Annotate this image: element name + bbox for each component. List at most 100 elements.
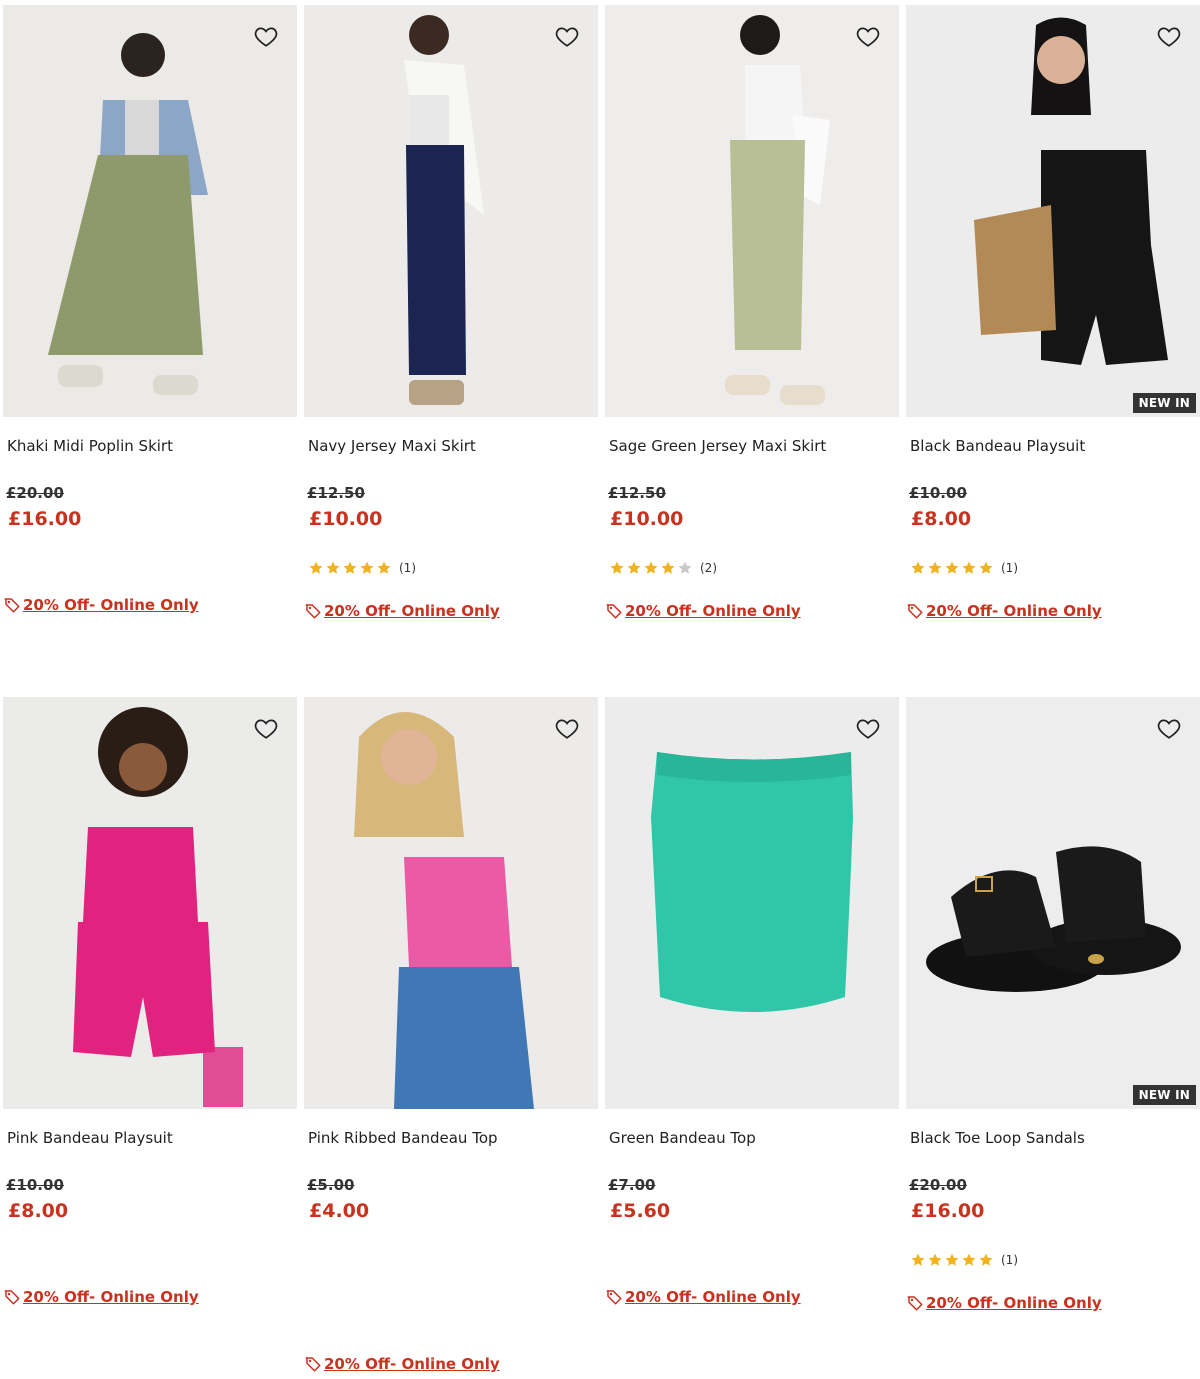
promo-link[interactable]: 20% Off- Online Only [304, 1355, 500, 1373]
promo-link[interactable]: 20% Off- Online Only [605, 602, 801, 620]
promo-link[interactable]: 20% Off- Online Only [906, 602, 1102, 620]
original-price: £10.00 [6, 1176, 64, 1194]
product-name[interactable]: Black Toe Loop Sandals [910, 1129, 1085, 1147]
heart-outline-icon[interactable] [1156, 23, 1182, 49]
product-photo [906, 697, 1200, 1109]
review-count[interactable]: (2) [700, 561, 717, 575]
product-image[interactable] [3, 697, 297, 1109]
product-image[interactable] [605, 697, 899, 1109]
heart-outline-icon[interactable] [855, 23, 881, 49]
product-image[interactable] [304, 5, 598, 417]
colour-swatches [306, 1247, 356, 1269]
star-icon [911, 561, 925, 574]
review-count[interactable]: (1) [399, 561, 416, 575]
product-photo [605, 5, 899, 417]
star-icon [962, 561, 976, 574]
sale-price: £4.00 [309, 1200, 370, 1222]
promo-label[interactable]: 20% Off- Online Only [926, 602, 1102, 620]
heart-outline-icon[interactable] [855, 715, 881, 741]
new-in-badge: NEW IN [1132, 393, 1196, 413]
sale-price: £16.00 [8, 508, 82, 530]
price-tag-icon [4, 598, 20, 613]
star-icon [928, 1253, 942, 1266]
product-photo [3, 697, 297, 1109]
product-image[interactable]: NEW IN [906, 697, 1200, 1109]
star-icon [377, 561, 391, 574]
price-tag-icon [4, 1290, 20, 1305]
heart-outline-icon[interactable] [1156, 715, 1182, 741]
original-price: £12.50 [608, 484, 666, 502]
original-price: £10.00 [909, 484, 967, 502]
star-icon [343, 561, 357, 574]
product-photo [605, 697, 899, 1109]
price-tag-icon [606, 1290, 622, 1305]
star-icon [945, 1253, 959, 1266]
stars [910, 1252, 995, 1268]
colour-swatch-navy[interactable] [306, 1247, 328, 1269]
star-rating: (1) [308, 559, 416, 577]
product-image[interactable] [605, 5, 899, 417]
promo-link[interactable]: 20% Off- Online Only [3, 596, 199, 614]
star-icon [360, 561, 374, 574]
original-price: £20.00 [909, 1176, 967, 1194]
promo-label[interactable]: 20% Off- Online Only [23, 596, 199, 614]
original-price: £5.00 [307, 1176, 355, 1194]
star-icon [661, 561, 675, 574]
star-icon [678, 561, 692, 574]
product-name[interactable]: Pink Ribbed Bandeau Top [308, 1129, 498, 1147]
promo-link[interactable]: 20% Off- Online Only [906, 1294, 1102, 1312]
product-image[interactable]: NEW IN [906, 5, 1200, 417]
product-name[interactable]: Black Bandeau Playsuit [910, 437, 1085, 455]
product-name[interactable]: Green Bandeau Top [609, 1129, 756, 1147]
product-image[interactable] [3, 5, 297, 417]
price-tag-icon [305, 1357, 321, 1372]
star-icon [928, 561, 942, 574]
sale-price: £10.00 [309, 508, 383, 530]
star-icon [962, 1253, 976, 1266]
product-name[interactable]: Sage Green Jersey Maxi Skirt [609, 437, 826, 455]
product-name[interactable]: Navy Jersey Maxi Skirt [308, 437, 476, 455]
price-tag-icon [305, 604, 321, 619]
product-photo [3, 5, 297, 417]
star-icon [644, 561, 658, 574]
sale-price: £5.60 [610, 1200, 671, 1222]
product-name[interactable]: Pink Bandeau Playsuit [7, 1129, 173, 1147]
star-rating: (2) [609, 559, 717, 577]
star-icon [627, 561, 641, 574]
star-icon [309, 561, 323, 574]
promo-link[interactable]: 20% Off- Online Only [605, 1288, 801, 1306]
review-count[interactable]: (1) [1001, 561, 1018, 575]
promo-link[interactable]: 20% Off- Online Only [304, 602, 500, 620]
product-name[interactable]: Khaki Midi Poplin Skirt [7, 437, 173, 455]
product-photo [304, 5, 598, 417]
original-price: £12.50 [307, 484, 365, 502]
heart-outline-icon[interactable] [253, 715, 279, 741]
original-price: £20.00 [6, 484, 64, 502]
new-in-badge: NEW IN [1132, 1085, 1196, 1105]
promo-label[interactable]: 20% Off- Online Only [926, 1294, 1102, 1312]
star-icon [945, 561, 959, 574]
price-tag-icon [606, 604, 622, 619]
colour-swatch-pink[interactable] [334, 1247, 356, 1269]
heart-outline-icon[interactable] [554, 715, 580, 741]
star-rating: (1) [910, 559, 1018, 577]
promo-label[interactable]: 20% Off- Online Only [324, 1355, 500, 1373]
sale-price: £16.00 [911, 1200, 985, 1222]
product-photo [304, 697, 598, 1109]
promo-label[interactable]: 20% Off- Online Only [23, 1288, 199, 1306]
star-icon [326, 561, 340, 574]
promo-label[interactable]: 20% Off- Online Only [324, 602, 500, 620]
review-count[interactable]: (1) [1001, 1253, 1018, 1267]
stars [910, 560, 995, 576]
heart-outline-icon[interactable] [554, 23, 580, 49]
product-photo [906, 5, 1200, 417]
promo-label[interactable]: 20% Off- Online Only [625, 602, 801, 620]
sale-price: £8.00 [8, 1200, 69, 1222]
heart-outline-icon[interactable] [253, 23, 279, 49]
star-icon [979, 561, 993, 574]
star-icon [911, 1253, 925, 1266]
promo-label[interactable]: 20% Off- Online Only [625, 1288, 801, 1306]
product-image[interactable] [304, 697, 598, 1109]
promo-link[interactable]: 20% Off- Online Only [3, 1288, 199, 1306]
sale-price: £8.00 [911, 508, 972, 530]
